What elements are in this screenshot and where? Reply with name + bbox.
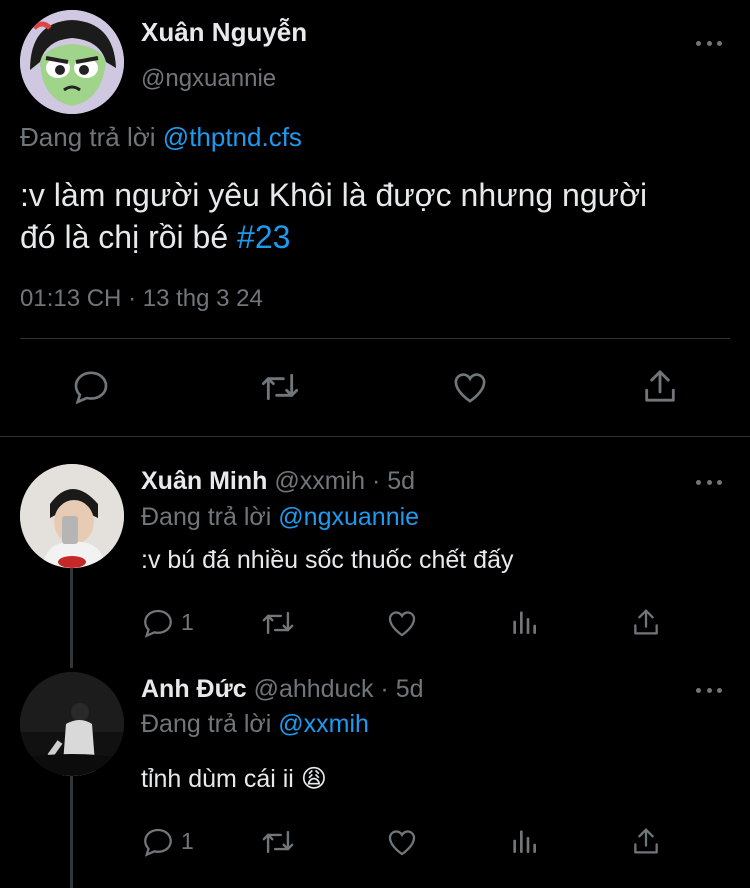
more-options-icon[interactable]	[696, 686, 722, 694]
separator: ·	[371, 467, 381, 495]
analytics-icon[interactable]	[508, 825, 540, 857]
reply2-context: Đang trả lời @xxmih	[141, 710, 369, 739]
thread-line	[70, 776, 73, 888]
separator: ·	[380, 675, 389, 703]
reply1-header: Xuân Minh @xxmih · 5d	[141, 467, 415, 496]
reply2-author-avatar[interactable]	[20, 672, 124, 776]
main-author-avatar[interactable]	[20, 10, 124, 114]
reply2-author-name[interactable]: Anh Đức	[141, 675, 247, 703]
reply-prefix: Đang trả lời	[20, 122, 156, 152]
hashtag-link[interactable]: #23	[237, 219, 290, 255]
reply2-text-content: tỉnh dùm cái ii	[141, 765, 294, 793]
reply-prefix: Đang trả lời	[141, 710, 272, 738]
main-author-handle[interactable]: @ngxuannie	[141, 65, 276, 93]
tweet-time: 01:13 CH	[20, 285, 122, 312]
reply2-text: tỉnh dùm cái ii 😩	[141, 764, 327, 794]
retweet-icon[interactable]	[258, 606, 298, 640]
like-icon[interactable]	[385, 606, 419, 640]
reply-to-link[interactable]: @thptnd.cfs	[163, 122, 302, 152]
weary-face-emoji: 😩	[300, 764, 327, 793]
reply2-age[interactable]: 5d	[396, 675, 424, 703]
reply-icon[interactable]	[141, 825, 175, 859]
reply1-age[interactable]: 5d	[387, 467, 415, 495]
separator: ·	[128, 285, 137, 312]
thread-line	[70, 568, 73, 668]
like-icon[interactable]	[385, 825, 419, 859]
reply1-author-name[interactable]: Xuân Minh	[141, 467, 267, 495]
divider	[20, 338, 730, 339]
more-options-icon[interactable]	[696, 39, 722, 47]
like-icon[interactable]	[450, 367, 490, 407]
reply-count: 1	[181, 828, 194, 854]
reply2-header: Anh Đức @ahhduck · 5d	[141, 675, 424, 704]
section-divider	[0, 436, 750, 437]
retweet-icon[interactable]	[258, 367, 302, 407]
main-reply-context: Đang trả lời @thptnd.cfs	[20, 122, 302, 153]
reply1-author-avatar[interactable]	[20, 464, 124, 568]
reply-icon[interactable]	[71, 367, 111, 407]
share-icon[interactable]	[630, 605, 662, 639]
reply1-author-handle[interactable]: @xxmih	[274, 467, 365, 495]
tweet-date: 13 thg 3 24	[142, 285, 263, 312]
reply1-text: :v bú đá nhiều sốc thuốc chết đấy	[141, 546, 514, 574]
analytics-icon[interactable]	[508, 606, 540, 638]
reply-to-link[interactable]: @ngxuannie	[278, 503, 419, 531]
reply-prefix: Đang trả lời	[141, 503, 272, 531]
retweet-icon[interactable]	[258, 825, 298, 859]
share-icon[interactable]	[630, 824, 662, 858]
tweet-text-line1: :v làm người yêu Khôi là được nhưng ngườ…	[20, 177, 648, 213]
tweet-text-line2: đó là chị rồi bé #23	[20, 219, 291, 255]
main-tweet-text: :v làm người yêu Khôi là được nhưng ngườ…	[20, 174, 740, 258]
reply-count: 1	[181, 609, 194, 635]
share-icon[interactable]	[640, 365, 680, 407]
reply1-context: Đang trả lời @ngxuannie	[141, 503, 419, 532]
tweet-timestamp[interactable]: 01:13 CH · 13 thg 3 24	[20, 285, 263, 313]
reply2-author-handle[interactable]: @ahhduck	[254, 675, 374, 703]
reply-to-link[interactable]: @xxmih	[278, 710, 369, 738]
more-options-icon[interactable]	[696, 478, 722, 486]
reply-icon[interactable]	[141, 606, 175, 640]
main-author-name[interactable]: Xuân Nguyễn	[141, 17, 307, 48]
